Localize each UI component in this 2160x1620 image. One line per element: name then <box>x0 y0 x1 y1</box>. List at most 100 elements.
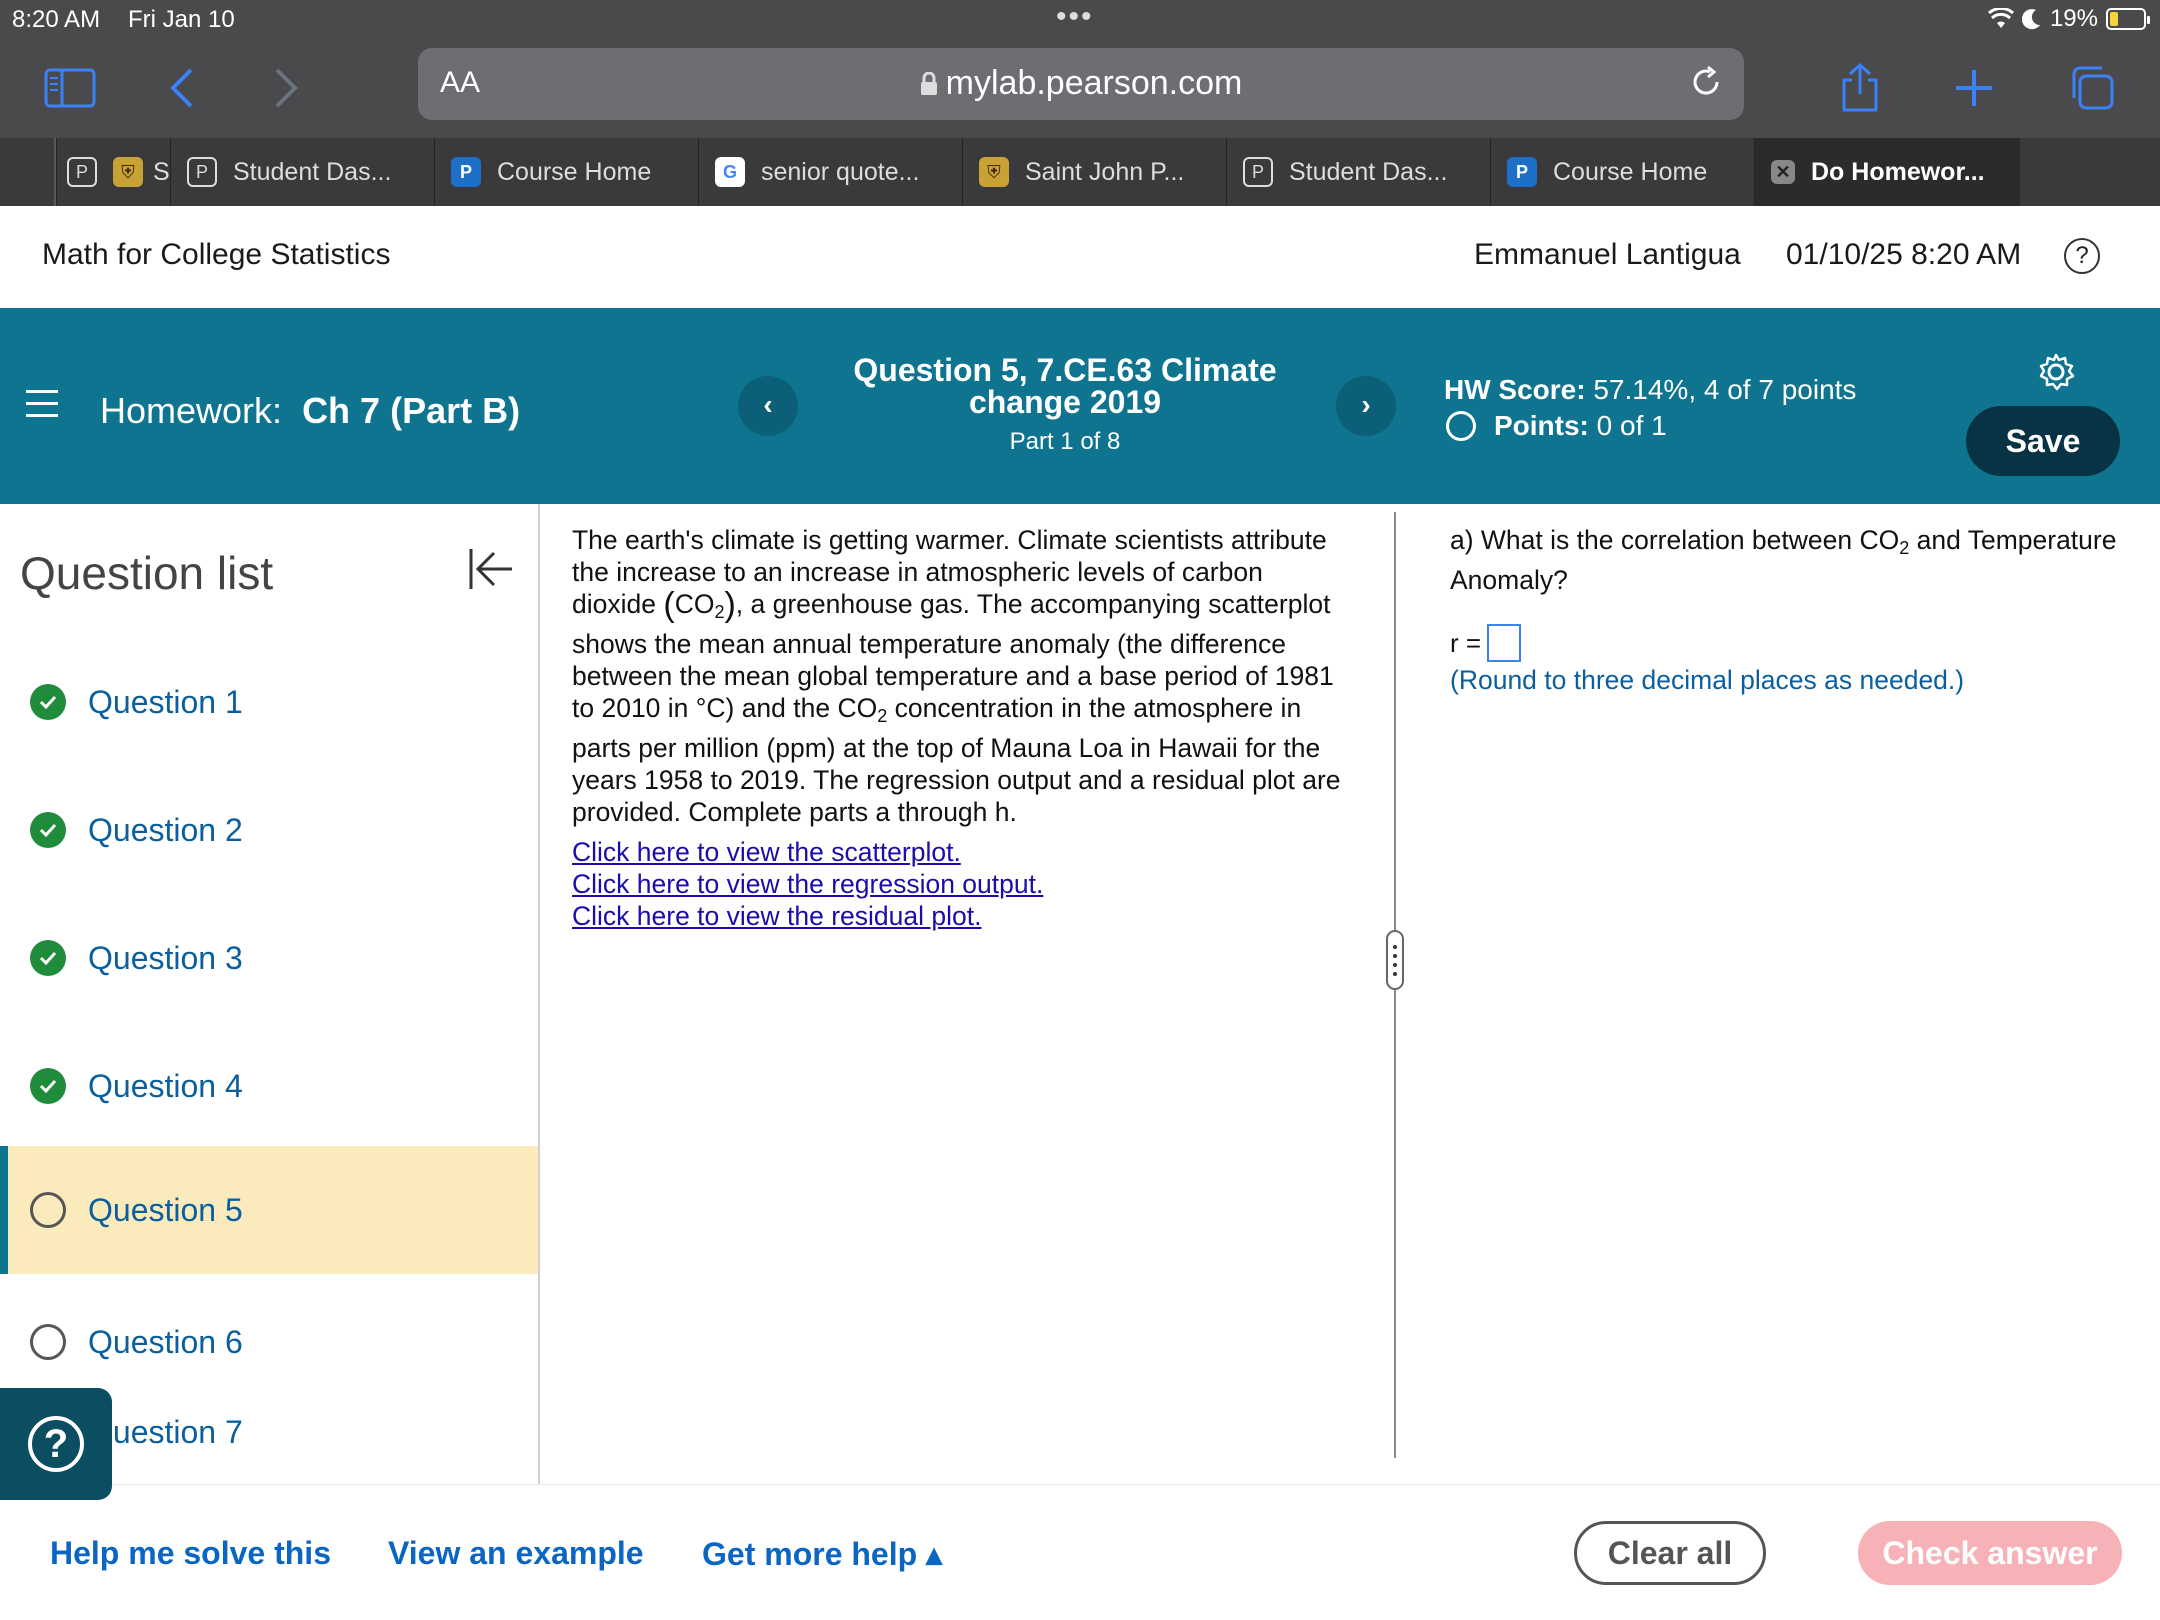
tab-student-dashboard-1[interactable]: P Student Das... <box>170 138 434 206</box>
status-date: Fri Jan 10 <box>128 6 235 33</box>
tab-course-home-1[interactable]: P Course Home <box>434 138 698 206</box>
question-title: Question 5, 7.CE.63 Climate change 2019 <box>853 352 1277 420</box>
tab-course-home-2[interactable]: P Course Home <box>1490 138 1754 206</box>
get-more-help-button[interactable]: Get more help ▴ <box>702 1535 942 1573</box>
hw-score: HW Score: 57.14%, 4 of 7 points <box>1444 374 1856 406</box>
collapse-panel-icon[interactable] <box>466 546 514 597</box>
next-question-button[interactable]: › <box>1336 376 1396 436</box>
address-bar[interactable]: AA mylab.pearson.com <box>418 48 1744 120</box>
status-bar: 8:20 AM Fri Jan 10 ••• 19% <box>0 0 2160 40</box>
check-icon <box>30 684 66 720</box>
r-label: r = <box>1450 628 1482 658</box>
check-icon <box>30 940 66 976</box>
tab-label: Do Homewor... <box>1811 157 1985 186</box>
points-label: Points: <box>1494 410 1589 441</box>
p-icon: P <box>187 157 217 187</box>
previous-question-button[interactable]: ‹ <box>738 376 798 436</box>
question-item-2[interactable]: Question 2 <box>0 766 538 894</box>
help-me-solve-button[interactable]: Help me solve this <box>50 1535 331 1572</box>
user-name: Emmanuel Lantigua <box>1474 238 1741 271</box>
tabs-overview-icon[interactable] <box>2062 58 2122 118</box>
question-item-3[interactable]: Question 3 <box>0 894 538 1022</box>
question-list-title: Question list <box>20 547 274 599</box>
help-icon: ? <box>28 1416 84 1472</box>
incomplete-circle-icon <box>1446 411 1476 441</box>
battery-percent: 19% <box>2049 5 2098 32</box>
tab-strip-edge <box>0 138 56 206</box>
drag-handle-icon[interactable] <box>1386 930 1404 990</box>
tab-do-homework[interactable]: ✕ Do Homewor... <box>1754 138 2020 206</box>
gear-icon[interactable] <box>2036 352 2076 397</box>
help-icon[interactable]: ? <box>2064 238 2100 274</box>
homework-prefix: Homework: <box>100 390 283 431</box>
tab-label: Student Das... <box>233 157 392 186</box>
check-icon <box>30 812 66 848</box>
tab-strip: P ⛨ Saint John P... P Student Das... P C… <box>0 138 2160 206</box>
bottom-toolbar: Help me solve this View an example Get m… <box>0 1484 2160 1620</box>
residual-plot-link[interactable]: Click here to view the residual plot. <box>572 900 1352 932</box>
tab-student-dashboard-2[interactable]: P Student Das... <box>1226 138 1490 206</box>
co2-formula: CO2 <box>1859 525 1910 558</box>
question-item-1[interactable]: Question 1 <box>0 638 538 766</box>
tab-saint-john-1[interactable]: P ⛨ Saint John P... <box>56 138 170 206</box>
question-label: Question 1 <box>88 683 243 720</box>
tab-label: Student Das... <box>1289 157 1448 186</box>
homework-title: Homework: Ch 7 (Part B) <box>100 390 520 432</box>
p-icon: P <box>1243 157 1273 187</box>
clear-all-button[interactable]: Clear all <box>1574 1521 1766 1585</box>
course-title: Math for College Statistics <box>42 238 391 271</box>
share-icon[interactable] <box>1830 58 1890 118</box>
co2-subscript: 2 <box>877 706 888 726</box>
co2-subscript: 2 <box>1899 538 1910 558</box>
question-list-panel: Question list Question 1 Question 2 Ques… <box>0 504 540 1484</box>
tab-label: Saint John P... <box>1025 157 1185 186</box>
question-item-5[interactable]: Question 5 <box>0 1146 538 1274</box>
hw-score-value: 57.14%, 4 of 7 points <box>1593 374 1857 405</box>
points-value: 0 of 1 <box>1596 410 1667 441</box>
answer-area: a) What is the correlation between CO2 a… <box>1450 524 2130 696</box>
tab-saint-john-2[interactable]: ⛨ Saint John P... <box>962 138 1226 206</box>
pearson-icon: P <box>451 157 481 187</box>
date-time: 01/10/25 8:20 AM <box>1786 238 2022 271</box>
forward-icon[interactable] <box>256 58 316 118</box>
menu-icon[interactable] <box>26 390 58 426</box>
page-header: Math for College Statistics Emmanuel Lan… <box>0 206 2160 308</box>
new-tab-icon[interactable] <box>1944 58 2004 118</box>
question-prefix: a) What is the correlation between <box>1450 525 1860 555</box>
question-item-4[interactable]: Question 4 <box>0 1022 538 1150</box>
incomplete-circle-icon <box>30 1192 66 1228</box>
homework-bar: Homework: Ch 7 (Part B) ‹ Question 5, 7.… <box>0 308 2160 504</box>
view-example-button[interactable]: View an example <box>388 1535 644 1572</box>
back-icon[interactable] <box>152 58 212 118</box>
tab-label: Course Home <box>497 157 652 186</box>
save-button[interactable]: Save <box>1966 406 2120 476</box>
co2-subscript: 2 <box>714 602 725 622</box>
regression-output-link[interactable]: Click here to view the regression output… <box>572 868 1352 900</box>
p-icon: P <box>67 157 97 187</box>
co2-main: CO <box>1859 525 1900 555</box>
check-answer-button[interactable]: Check answer <box>1858 1521 2122 1585</box>
sidebar-toggle-icon[interactable] <box>40 58 100 118</box>
pearson-icon: P <box>1507 157 1537 187</box>
question-label: Question 2 <box>88 811 243 848</box>
resource-links: Click here to view the scatterplot. Clic… <box>572 836 1352 932</box>
problem-text: The earth's climate is getting warmer. C… <box>572 524 1352 828</box>
shield-icon: ⛨ <box>113 157 143 187</box>
close-icon[interactable]: ✕ <box>1771 160 1795 184</box>
homework-name: Ch 7 (Part B) <box>302 390 521 431</box>
multitasking-dots-icon[interactable]: ••• <box>1056 0 1094 34</box>
question-item-6[interactable]: Question 6 <box>0 1278 538 1406</box>
co2-formula: (CO2) <box>663 588 735 622</box>
tab-senior-quotes[interactable]: G senior quote... <box>698 138 962 206</box>
floating-help-button[interactable]: ? <box>0 1388 112 1500</box>
co2-formula-2: CO2 <box>837 693 888 726</box>
google-icon: G <box>715 157 745 187</box>
scatterplot-link[interactable]: Click here to view the scatterplot. <box>572 836 1352 868</box>
question-points: Points: 0 of 1 <box>1444 410 1667 442</box>
co2-left-paren: ( <box>663 586 675 624</box>
problem-statement: The earth's climate is getting warmer. C… <box>572 524 1352 932</box>
question-prompt: a) What is the correlation between CO2 a… <box>1450 524 2130 596</box>
r-answer-input[interactable] <box>1487 624 1522 662</box>
reload-icon[interactable] <box>1688 64 1724 105</box>
status-time: 8:20 AM <box>12 6 101 33</box>
